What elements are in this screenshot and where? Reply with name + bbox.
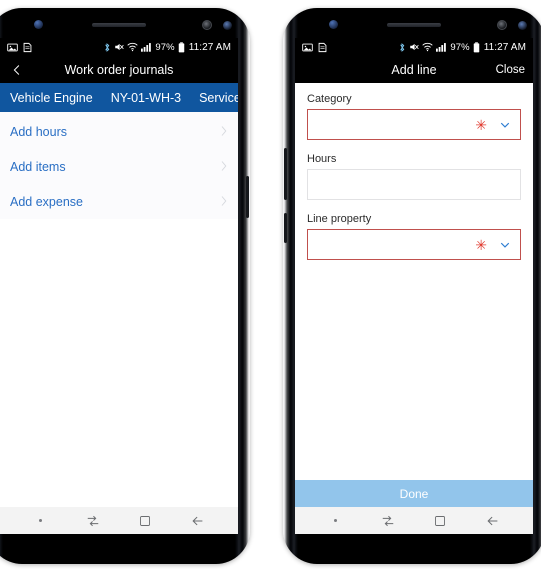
list-item-add-expense[interactable]: Add expense bbox=[0, 184, 238, 219]
field-hours: Hours bbox=[307, 153, 521, 200]
field-label-hours: Hours bbox=[307, 153, 337, 165]
phone-top-bezel-left bbox=[0, 8, 250, 38]
phone-bottom-bezel-left bbox=[0, 534, 250, 564]
iris-scanner-icon bbox=[497, 20, 507, 30]
status-bar-left: 97% 11:27 AM bbox=[0, 38, 238, 56]
chevron-right-icon bbox=[219, 125, 228, 139]
add-line-form: Category ✳ Hours Line property ✳ bbox=[295, 83, 533, 260]
list-item-label: Add items bbox=[10, 159, 66, 174]
phone-bottom-bezel-right bbox=[283, 534, 541, 564]
app-bar-left: Work order journals bbox=[0, 56, 238, 83]
back-arrow-icon[interactable] bbox=[480, 511, 506, 531]
back-arrow-icon[interactable] bbox=[185, 511, 211, 531]
image-icon bbox=[7, 43, 18, 51]
bluetooth-icon bbox=[105, 42, 110, 52]
field-category: Category ✳ bbox=[307, 93, 521, 140]
front-camera-icon bbox=[223, 21, 232, 30]
android-nav-bar-right bbox=[295, 507, 533, 534]
phone-top-bezel-right bbox=[283, 8, 541, 38]
signal-icon bbox=[141, 43, 152, 52]
field-line-property: Line property ✳ bbox=[307, 213, 521, 260]
done-button[interactable]: Done bbox=[295, 480, 533, 507]
android-nav-bar-left bbox=[0, 507, 238, 534]
iris-scanner-icon bbox=[202, 20, 212, 30]
app-bar-right: Add line Close bbox=[295, 56, 533, 83]
line-property-dropdown[interactable]: ✳ bbox=[307, 229, 521, 260]
list-item-label: Add hours bbox=[10, 124, 67, 139]
mute-icon bbox=[115, 43, 125, 51]
required-asterisk-icon: ✳ bbox=[475, 236, 487, 253]
banner-segment-equipment: Vehicle Engine bbox=[10, 90, 93, 105]
screen-left: 97% 11:27 AM Work order journals Vehicle… bbox=[0, 38, 238, 534]
front-camera-icon bbox=[518, 21, 527, 30]
list-item-add-items[interactable]: Add items bbox=[0, 149, 238, 184]
volume-button-right[interactable] bbox=[284, 148, 287, 200]
journal-list: Add hours Add items Add expense bbox=[0, 112, 238, 219]
document-icon bbox=[318, 42, 327, 52]
chevron-down-icon[interactable] bbox=[499, 239, 511, 251]
bluetooth-icon bbox=[400, 42, 405, 52]
banner-segment-id: NY-01-WH-3 bbox=[110, 90, 182, 105]
work-order-banner[interactable]: Vehicle Engine NY-01-WH-3 Service bbox=[0, 83, 238, 112]
dot-indicator-icon[interactable] bbox=[322, 511, 348, 531]
phone-right: 97% 11:27 AM Add line Close Category ✳ H… bbox=[283, 8, 541, 564]
bixby-button-right[interactable] bbox=[284, 213, 287, 243]
status-clock: 11:27 AM bbox=[188, 41, 231, 53]
earpiece-speaker bbox=[387, 23, 441, 27]
required-asterisk-icon: ✳ bbox=[475, 116, 487, 133]
page-title: Work order journals bbox=[64, 62, 174, 77]
field-label-category: Category bbox=[307, 93, 352, 105]
home-square-icon[interactable] bbox=[427, 511, 453, 531]
mute-icon bbox=[410, 43, 420, 51]
battery-icon bbox=[473, 41, 479, 52]
phone-left: 97% 11:27 AM Work order journals Vehicle… bbox=[0, 8, 250, 564]
recents-icon[interactable] bbox=[80, 511, 106, 531]
document-icon bbox=[23, 42, 32, 52]
status-bar-right: 97% 11:27 AM bbox=[295, 38, 533, 56]
battery-percent: 97% bbox=[155, 41, 175, 53]
status-clock: 11:27 AM bbox=[483, 41, 526, 53]
close-button[interactable]: Close bbox=[496, 64, 525, 76]
home-square-icon[interactable] bbox=[132, 511, 158, 531]
recents-icon[interactable] bbox=[375, 511, 401, 531]
proximity-sensor-icon bbox=[34, 20, 43, 29]
battery-percent: 97% bbox=[450, 41, 470, 53]
wifi-icon bbox=[422, 42, 434, 52]
list-item-add-hours[interactable]: Add hours bbox=[0, 114, 238, 149]
hours-input[interactable] bbox=[307, 169, 521, 200]
wifi-icon bbox=[127, 42, 139, 52]
banner-segment-type: Service bbox=[199, 90, 238, 105]
chevron-right-icon bbox=[219, 160, 228, 174]
image-icon bbox=[302, 43, 313, 51]
category-dropdown[interactable]: ✳ bbox=[307, 109, 521, 140]
screen-right: 97% 11:27 AM Add line Close Category ✳ H… bbox=[295, 38, 533, 534]
power-button-left[interactable] bbox=[246, 176, 249, 218]
signal-icon bbox=[436, 43, 447, 52]
field-label-line-property: Line property bbox=[307, 213, 372, 225]
chevron-right-icon bbox=[219, 195, 228, 209]
earpiece-speaker bbox=[92, 23, 146, 27]
back-chevron-icon[interactable] bbox=[8, 61, 26, 79]
proximity-sensor-icon bbox=[329, 20, 338, 29]
battery-icon bbox=[178, 41, 184, 52]
list-item-label: Add expense bbox=[10, 194, 83, 209]
chevron-down-icon[interactable] bbox=[499, 119, 511, 131]
dot-indicator-icon[interactable] bbox=[27, 511, 53, 531]
